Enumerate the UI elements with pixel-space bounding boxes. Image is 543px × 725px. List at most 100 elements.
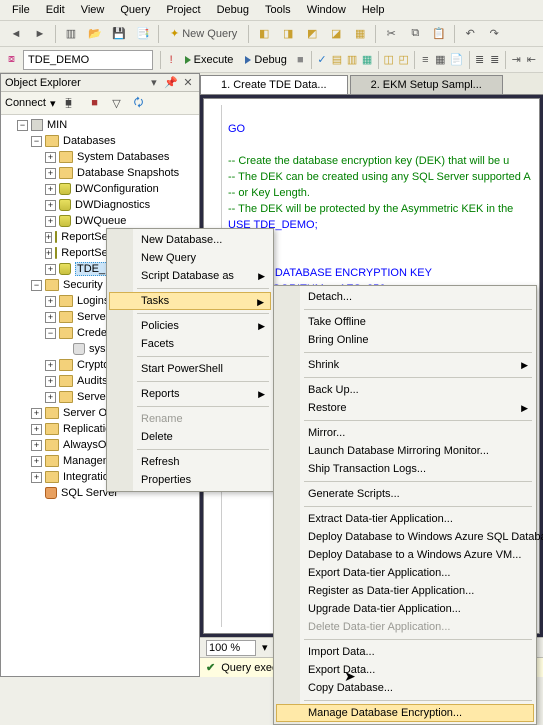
analysis-icon[interactable]: ◨ xyxy=(277,23,299,45)
ctx-new-query[interactable]: New Query xyxy=(109,249,271,267)
open-icon[interactable]: 📂 xyxy=(84,23,106,45)
nav-fwd-icon[interactable]: ► xyxy=(29,23,51,45)
ctx-facets[interactable]: Facets xyxy=(109,335,271,353)
db-engine-icon[interactable]: ◧ xyxy=(253,23,275,45)
query-options-icon[interactable]: ▥ xyxy=(346,49,359,71)
ctx-extract-dacpac[interactable]: Extract Data-tier Application... xyxy=(276,510,534,528)
ctx-refresh[interactable]: Refresh xyxy=(109,453,271,471)
tree-db[interactable]: +DWConfiguration xyxy=(1,181,199,197)
ctx-restore[interactable]: Restore▶ xyxy=(276,399,534,417)
debug-button[interactable]: Debug xyxy=(239,52,292,68)
ctx-policies[interactable]: Policies▶ xyxy=(109,317,271,335)
results-grid-icon[interactable]: ▦ xyxy=(434,49,447,71)
tree-databases[interactable]: −Databases xyxy=(1,133,199,149)
ctx-start-powershell[interactable]: Start PowerShell xyxy=(109,360,271,378)
ctx-take-offline[interactable]: Take Offline xyxy=(276,313,534,331)
tab-create-tde[interactable]: 1. Create TDE Data... xyxy=(200,75,348,94)
results-file-icon[interactable]: 📄 xyxy=(449,49,465,71)
nav-back-icon[interactable]: ◄ xyxy=(5,23,27,45)
tree-db[interactable]: +DWDiagnostics xyxy=(1,197,199,213)
include-stats-icon[interactable]: ◰ xyxy=(397,49,410,71)
database-context-menu: New Database... New Query Script Databas… xyxy=(106,228,274,492)
ctx-launch-mirroring[interactable]: Launch Database Mirroring Monitor... xyxy=(276,442,534,460)
ctx-generate-scripts[interactable]: Generate Scripts... xyxy=(276,485,534,503)
database-combo[interactable] xyxy=(23,50,153,70)
dropdown-icon[interactable]: ▾ xyxy=(50,97,56,110)
ctx-properties[interactable]: Properties xyxy=(109,471,271,489)
menu-tools[interactable]: Tools xyxy=(257,2,299,18)
ctx-export-data[interactable]: Export Data... xyxy=(276,661,534,679)
menu-project[interactable]: Project xyxy=(158,2,208,18)
tab-ekm-setup[interactable]: 2. EKM Setup Sampl... xyxy=(350,75,503,94)
paste-icon[interactable]: 📋 xyxy=(428,23,450,45)
parse-icon[interactable]: ✓ xyxy=(315,49,328,71)
stop-icon[interactable]: ■ xyxy=(86,94,104,112)
ctx-manage-db-encryption[interactable]: Manage Database Encryption... xyxy=(276,704,534,722)
dmx-icon[interactable]: ◪ xyxy=(325,23,347,45)
execute-button[interactable]: Execute xyxy=(179,52,240,68)
cut-icon[interactable]: ✂ xyxy=(380,23,402,45)
save-all-icon[interactable]: 📑 xyxy=(132,23,154,45)
indent-icon[interactable]: ⇥ xyxy=(510,49,523,71)
change-conn-icon[interactable]: ⧇ xyxy=(5,49,18,71)
autohide-icon[interactable]: 📌 xyxy=(164,76,178,89)
tree-db[interactable]: +DWQueue xyxy=(1,213,199,229)
menu-file[interactable]: File xyxy=(4,2,38,18)
ctx-script-db-as[interactable]: Script Database as▶ xyxy=(109,267,271,285)
ctx-deploy-azure-sql[interactable]: Deploy Database to Windows Azure SQL Dat… xyxy=(276,528,534,546)
tree-server[interactable]: −MIN xyxy=(1,117,199,133)
ctx-copy-database[interactable]: Copy Database... xyxy=(276,679,534,697)
estimated-plan-icon[interactable]: ▤ xyxy=(330,49,343,71)
results-text-icon[interactable]: ≡ xyxy=(419,49,432,71)
save-icon[interactable]: 💾 xyxy=(108,23,130,45)
include-plan-icon[interactable]: ◫ xyxy=(382,49,395,71)
new-project-icon[interactable]: ▥ xyxy=(60,23,82,45)
menu-help[interactable]: Help xyxy=(354,2,393,18)
menu-edit[interactable]: Edit xyxy=(38,2,73,18)
menu-query[interactable]: Query xyxy=(112,2,158,18)
mdx-icon[interactable]: ◩ xyxy=(301,23,323,45)
xmla-icon[interactable]: ▦ xyxy=(349,23,371,45)
undo-icon[interactable]: ↶ xyxy=(459,23,481,45)
menu-debug[interactable]: Debug xyxy=(209,2,257,18)
ctx-import-data[interactable]: Import Data... xyxy=(276,643,534,661)
zoom-combo[interactable] xyxy=(206,640,256,656)
filter-icon[interactable]: ▽ xyxy=(108,94,126,112)
comment-icon[interactable]: ≣ xyxy=(473,49,486,71)
redo-icon[interactable]: ↷ xyxy=(483,23,505,45)
ctx-tasks[interactable]: Tasks▶ xyxy=(109,292,271,310)
folder-icon xyxy=(59,391,73,403)
ctx-deploy-azure-vm[interactable]: Deploy Database to a Windows Azure VM... xyxy=(276,546,534,564)
ctx-detach[interactable]: Detach... xyxy=(276,288,534,306)
menu-window[interactable]: Window xyxy=(299,2,354,18)
refresh-icon[interactable]: 🗘 xyxy=(130,94,148,112)
zoom-dropdown-icon[interactable]: ▾ xyxy=(262,641,268,654)
ctx-register-dacpac[interactable]: Register as Data-tier Application... xyxy=(276,582,534,600)
connect-dropdown[interactable]: Connect xyxy=(5,97,46,109)
ctx-export-dacpac[interactable]: Export Data-tier Application... xyxy=(276,564,534,582)
disconnect-icon[interactable]: ⧯ xyxy=(60,94,78,112)
exec-exclaim-icon[interactable]: ! xyxy=(165,49,178,71)
close-panel-icon[interactable]: ✕ xyxy=(181,76,195,89)
tree-folder[interactable]: +System Databases xyxy=(1,149,199,165)
copy-icon[interactable]: ⧉ xyxy=(404,23,426,45)
ctx-shrink[interactable]: Shrink▶ xyxy=(276,356,534,374)
tree-folder[interactable]: +Database Snapshots xyxy=(1,165,199,181)
code-line: GO xyxy=(228,123,245,135)
sparkle-icon: ✦ xyxy=(170,27,179,40)
ctx-reports[interactable]: Reports▶ xyxy=(109,385,271,403)
uncomment-icon[interactable]: ≣ xyxy=(488,49,501,71)
ctx-mirror[interactable]: Mirror... xyxy=(276,424,534,442)
intellisense-icon[interactable]: ▦ xyxy=(361,49,374,71)
ctx-new-database[interactable]: New Database... xyxy=(109,231,271,249)
menu-view[interactable]: View xyxy=(73,2,113,18)
ctx-backup[interactable]: Back Up... xyxy=(276,381,534,399)
outdent-icon[interactable]: ⇤ xyxy=(525,49,538,71)
ctx-ship-logs[interactable]: Ship Transaction Logs... xyxy=(276,460,534,478)
ctx-upgrade-dacpac[interactable]: Upgrade Data-tier Application... xyxy=(276,600,534,618)
ctx-delete[interactable]: Delete xyxy=(109,428,271,446)
pin-icon[interactable]: ▾ xyxy=(147,76,161,89)
ctx-bring-online[interactable]: Bring Online xyxy=(276,331,534,349)
agent-icon xyxy=(45,487,57,499)
new-query-button[interactable]: ✦ New Query xyxy=(163,23,244,45)
